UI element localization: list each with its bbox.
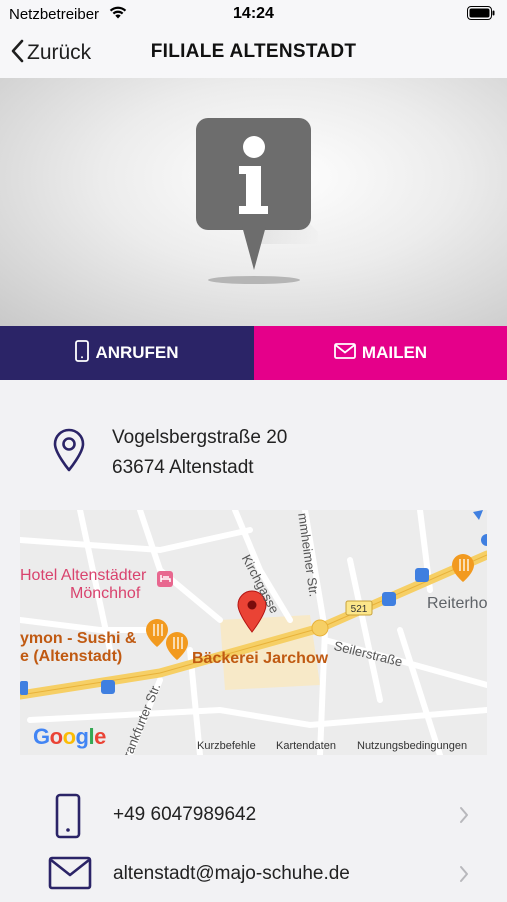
- map-label-hotel-line1: Hotel Altenstädter: [20, 567, 147, 584]
- call-button[interactable]: ANRUFEN: [0, 326, 254, 380]
- map-shortcuts-link[interactable]: Kurzbefehle: [197, 740, 256, 752]
- phone-icon: [48, 793, 88, 844]
- chevron-right-icon: [459, 806, 469, 829]
- map-label-reiterhof: Reiterho: [427, 595, 487, 612]
- envelope-icon: [48, 856, 92, 895]
- navigation-bar: Zurück FILIALE ALTENSTADT: [0, 28, 507, 78]
- address-street: Vogelsbergstraße 20: [112, 427, 288, 448]
- mail-button-label: MAILEN: [361, 343, 428, 362]
- phone-row[interactable]: +49 6047989642: [0, 787, 507, 843]
- action-bar: ANRUFEN MAILEN: [0, 326, 507, 380]
- email-row[interactable]: altenstadt@majo-schuhe.de: [0, 846, 507, 902]
- phone-icon: [75, 339, 95, 367]
- map-label-sushi-line2: e (Altenstadt): [20, 648, 123, 665]
- location-pin-icon: [52, 428, 86, 477]
- phone-number: +49 6047989642: [113, 804, 257, 825]
- envelope-icon: [334, 342, 362, 364]
- status-bar: Netzbetreiber 14:24: [0, 0, 507, 28]
- google-logo: Google: [33, 724, 106, 749]
- address-city: 63674 Altenstadt: [112, 457, 254, 478]
- map-view[interactable]: 521 Hotel Altenstädter Mönchhof ymon - S…: [20, 510, 487, 755]
- battery-icon: [467, 6, 495, 25]
- email-address: altenstadt@majo-schuhe.de: [113, 863, 350, 884]
- route-number: 521: [351, 604, 368, 615]
- hero-banner: [0, 78, 507, 326]
- call-button-label: ANRUFEN: [95, 343, 179, 362]
- clock: 14:24: [233, 5, 274, 22]
- map-terms-link[interactable]: Nutzungsbedingungen: [357, 740, 467, 752]
- page-title: FILIALE ALTENSTADT: [150, 41, 357, 62]
- address-block: Vogelsbergstraße 20 63674 Altenstadt: [0, 410, 507, 480]
- mail-button[interactable]: MAILEN: [254, 326, 507, 380]
- map-label-sushi-line1: ymon - Sushi &: [20, 630, 137, 647]
- chevron-right-icon: [459, 865, 469, 888]
- map-label-hotel-line2: Mönchhof: [70, 585, 141, 602]
- map-label-bakery: Bäckerei Jarchow: [192, 650, 329, 667]
- map-data-link[interactable]: Kartendaten: [276, 740, 336, 752]
